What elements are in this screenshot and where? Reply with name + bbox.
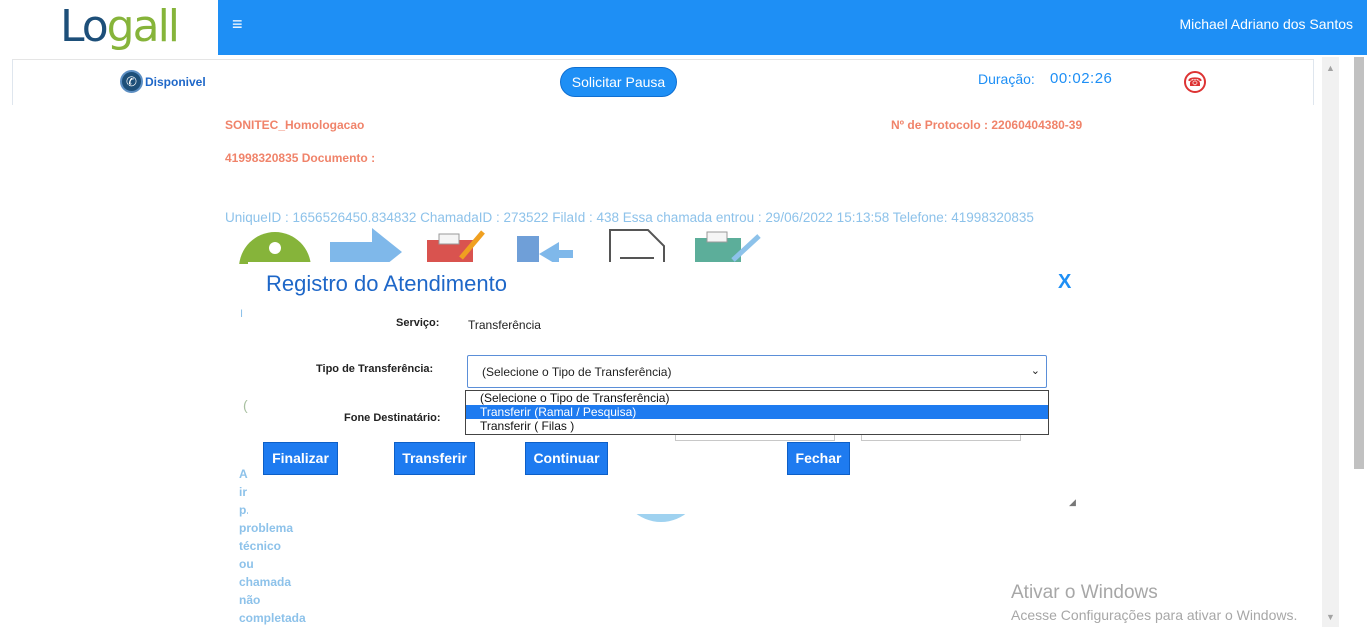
caller-document: 41998320835 Documento : xyxy=(225,151,376,165)
dropdown-option[interactable]: (Selecione o Tipo de Transferência) xyxy=(466,391,1048,405)
call-info-line: UniqueID : 1656526450.834832 ChamadaID :… xyxy=(225,210,1034,225)
arrow-right-icon[interactable] xyxy=(330,228,402,264)
side-paren: ( xyxy=(243,397,248,413)
menu-icon[interactable]: ≡ xyxy=(232,15,243,33)
side-line: ou xyxy=(239,557,254,571)
chevron-down-icon[interactable]: ⌄ xyxy=(1031,364,1040,377)
logo-area: Logall xyxy=(0,0,218,55)
checklist-icon[interactable] xyxy=(693,228,763,264)
fechar-button[interactable]: Fechar xyxy=(787,442,850,475)
windows-activation-title: Ativar o Windows xyxy=(1011,582,1158,603)
scroll-down-arrow-icon[interactable]: ▼ xyxy=(1322,609,1339,625)
logo: Logall xyxy=(60,1,180,52)
dropdown-option-highlighted[interactable]: Transferir (Ramal / Pesquisa) xyxy=(466,405,1048,419)
hangup-icon[interactable]: ☎ xyxy=(1184,71,1206,93)
finalizar-button[interactable]: Finalizar xyxy=(263,442,338,475)
company-name: SONITEC_Homologacao xyxy=(225,118,365,132)
info-icon[interactable] xyxy=(239,228,311,264)
logo-part-2: gall xyxy=(106,1,180,52)
inner-scrollbar[interactable] xyxy=(1322,57,1339,627)
phone-destination-label: Fone Destinatário: xyxy=(344,412,441,424)
side-line: completada xyxy=(239,611,306,625)
side-line: técnico xyxy=(239,539,282,553)
service-value: Transferência xyxy=(468,318,541,332)
continuar-button[interactable]: Continuar xyxy=(525,442,608,475)
side-line: não xyxy=(239,593,261,607)
transfer-icon[interactable] xyxy=(515,228,575,264)
page-scrollbar-thumb[interactable] xyxy=(1354,57,1364,469)
resize-handle-icon[interactable]: ◢ xyxy=(1069,497,1076,508)
logo-part-1: Lo xyxy=(60,1,109,52)
scroll-up-arrow-icon[interactable]: ▲ xyxy=(1322,60,1339,76)
side-line: chamada xyxy=(239,575,292,589)
close-icon[interactable]: X xyxy=(1058,271,1071,294)
duration-value: 00:02:26 xyxy=(1050,70,1113,87)
transfer-type-label: Tipo de Transferência: xyxy=(316,363,434,375)
clipboard-edit-icon[interactable] xyxy=(425,228,487,264)
agent-status: Disponivel xyxy=(145,75,206,89)
windows-activation-subtitle: Acesse Configurações para ativar o Windo… xyxy=(1011,607,1298,623)
service-label: Serviço: xyxy=(396,317,440,329)
duration-label: Duração: xyxy=(978,71,1035,87)
dropdown-option[interactable]: Transferir ( Filas ) xyxy=(466,419,1048,433)
page: Logall ≡ Michael Adriano dos Santos ✆ Di… xyxy=(0,0,1367,627)
transfer-type-select[interactable]: (Selecione o Tipo de Transferência) ⌄ xyxy=(467,355,1047,388)
phone-icon: ✆ xyxy=(120,70,143,93)
transfer-type-dropdown[interactable]: (Selecione o Tipo de Transferência) Tran… xyxy=(465,390,1049,435)
service-record-modal xyxy=(248,262,1090,514)
modal-title: Registro do Atendimento xyxy=(266,271,507,296)
transferir-button[interactable]: Transferir xyxy=(394,442,475,475)
protocol-number: Nº de Protocolo : 22060404380-39 xyxy=(891,118,1083,132)
side-letter: I xyxy=(240,308,244,320)
user-name[interactable]: Michael Adriano dos Santos xyxy=(1179,16,1353,32)
side-line: problema xyxy=(239,521,294,535)
transfer-type-selected: (Selecione o Tipo de Transferência) xyxy=(482,365,672,379)
action-icons-row xyxy=(225,228,785,264)
document-icon[interactable] xyxy=(608,228,668,264)
request-pause-button[interactable]: Solicitar Pausa xyxy=(560,67,677,97)
